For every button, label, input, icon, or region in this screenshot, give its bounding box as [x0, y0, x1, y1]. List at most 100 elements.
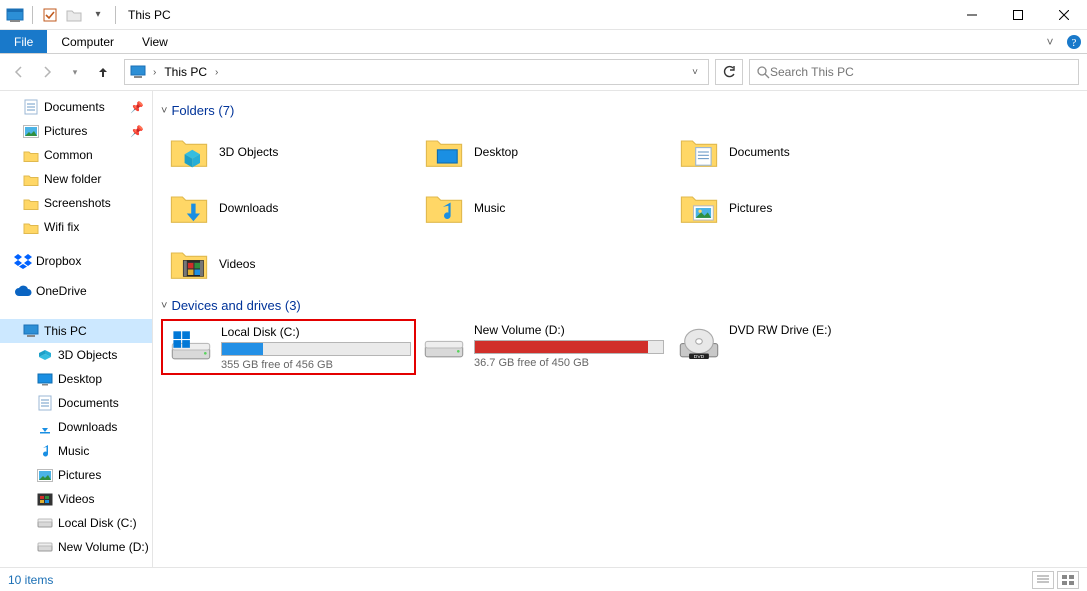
- ribbon: File Computer View ˅ ?: [0, 30, 1087, 54]
- search-input[interactable]: [770, 65, 1072, 79]
- drive-free-space: 36.7 GB free of 450 GB: [474, 357, 665, 369]
- sidebar-item[interactable]: Pictures 📌: [0, 119, 152, 143]
- desktop-icon: [36, 370, 54, 388]
- maximize-button[interactable]: [995, 0, 1041, 30]
- content-pane[interactable]: ˅ Folders (7) 3D Objects Desktop Documents…: [153, 91, 1087, 567]
- sidebar-item[interactable]: New Volume (D:): [0, 535, 152, 559]
- search-icon: [756, 65, 770, 79]
- chevron-right-icon[interactable]: ›: [211, 67, 222, 78]
- sidebar-item[interactable]: Dropbox: [0, 249, 152, 273]
- video-icon: [167, 242, 211, 286]
- nav-recent-icon[interactable]: ▾: [66, 63, 84, 81]
- drive-label: Local Disk (C:): [221, 325, 411, 339]
- folder-icon: [22, 146, 40, 164]
- sidebar-item[interactable]: Wifi fix: [0, 215, 152, 239]
- search-box[interactable]: [749, 59, 1079, 85]
- ribbon-expand-icon[interactable]: ˅: [1039, 30, 1061, 53]
- sidebar-item[interactable]: Documents📌: [0, 95, 152, 119]
- download-icon: [167, 186, 211, 230]
- disk-icon: [422, 325, 466, 363]
- tab-computer[interactable]: Computer: [47, 30, 128, 53]
- sidebar-item[interactable]: 3D Objects: [0, 343, 152, 367]
- sidebar-item-label: Local Disk (C:): [58, 516, 137, 530]
- sidebar-item-label: Desktop: [58, 372, 102, 386]
- sidebar-item[interactable]: Common: [0, 143, 152, 167]
- dvd-icon: DVD: [677, 325, 721, 363]
- sidebar-item-label: Videos: [58, 492, 94, 506]
- sidebar-item[interactable]: Documents: [0, 391, 152, 415]
- folder-item[interactable]: Documents: [671, 124, 926, 180]
- sidebar-item[interactable]: Screenshots: [0, 191, 152, 215]
- folder-item[interactable]: Music: [416, 180, 671, 236]
- chevron-right-icon[interactable]: ›: [149, 67, 160, 78]
- sidebar-item[interactable]: Desktop: [0, 367, 152, 391]
- section-folders-header[interactable]: ˅ Folders (7): [157, 97, 1077, 124]
- dropbox-icon: [14, 252, 32, 270]
- sidebar-item-label: OneDrive: [36, 284, 87, 298]
- nav-up-button[interactable]: [94, 63, 112, 81]
- sidebar-item-label: Documents: [44, 100, 105, 114]
- folder-item[interactable]: Pictures: [671, 180, 926, 236]
- help-icon[interactable]: ?: [1061, 30, 1087, 53]
- folder-label: Documents: [729, 145, 790, 159]
- sidebar-item-label: Music: [58, 444, 89, 458]
- disk-icon: [36, 538, 54, 556]
- section-drives-header[interactable]: ˅ Devices and drives (3): [157, 292, 1077, 319]
- tab-view[interactable]: View: [128, 30, 182, 53]
- sidebar-item-label: Wifi fix: [44, 220, 79, 234]
- pin-icon: 📌: [130, 125, 144, 138]
- qat-customize-icon[interactable]: ▾: [87, 4, 109, 26]
- disk-icon: [36, 514, 54, 532]
- app-icon: [4, 4, 26, 26]
- document-icon: [22, 98, 40, 116]
- properties-icon[interactable]: [39, 4, 61, 26]
- address-history-icon[interactable]: ˅: [688, 67, 702, 78]
- sidebar-item-label: New Volume (D:): [58, 540, 149, 554]
- sidebar-item[interactable]: Local Disk (C:): [0, 511, 152, 535]
- minimize-button[interactable]: [949, 0, 995, 30]
- navigation-pane[interactable]: Documents📌 Pictures 📌 Common New folderScree…: [0, 91, 153, 567]
- window-title: This PC: [120, 8, 171, 22]
- folder-item[interactable]: 3D Objects: [161, 124, 416, 180]
- folder-label: 3D Objects: [219, 145, 278, 159]
- nav-forward-button[interactable]: [38, 63, 56, 81]
- tab-file[interactable]: File: [0, 30, 47, 53]
- folder-label: Downloads: [219, 201, 278, 215]
- sidebar-item[interactable]: Music: [0, 439, 152, 463]
- quick-access-toolbar: ▾: [0, 4, 120, 26]
- close-button[interactable]: [1041, 0, 1087, 30]
- folder-item[interactable]: Desktop: [416, 124, 671, 180]
- sidebar-item-label: Pictures: [44, 124, 87, 138]
- onedrive-icon: [14, 282, 32, 300]
- drive-item[interactable]: Local Disk (C:)355 GB free of 456 GB: [161, 319, 416, 375]
- sidebar-item[interactable]: New folder: [0, 167, 152, 191]
- drive-item[interactable]: New Volume (D:)36.7 GB free of 450 GB: [416, 319, 671, 375]
- sidebar-item[interactable]: OneDrive: [0, 279, 152, 303]
- folder-label: Desktop: [474, 145, 518, 159]
- view-details-button[interactable]: [1032, 571, 1054, 589]
- sidebar-item-label: Common: [44, 148, 93, 162]
- sidebar-item[interactable]: Videos: [0, 487, 152, 511]
- titlebar: ▾ This PC: [0, 0, 1087, 30]
- picture-icon: [677, 186, 721, 230]
- new-folder-qat-icon[interactable]: [63, 4, 85, 26]
- pc-icon: [22, 322, 40, 340]
- navbar: ▾ › This PC › ˅: [0, 54, 1087, 90]
- drive-label: DVD RW Drive (E:): [729, 323, 920, 337]
- nav-back-button[interactable]: [10, 63, 28, 81]
- view-icons-button[interactable]: [1057, 571, 1079, 589]
- folder-item[interactable]: Videos: [161, 236, 416, 292]
- refresh-button[interactable]: [715, 59, 743, 85]
- sidebar-item-this-pc[interactable]: This PC: [0, 319, 152, 343]
- sidebar-item[interactable]: Pictures: [0, 463, 152, 487]
- sidebar-item[interactable]: Downloads: [0, 415, 152, 439]
- 3d-icon: [36, 346, 54, 364]
- download-icon: [36, 418, 54, 436]
- drive-usage-bar: [221, 342, 411, 356]
- address-bar[interactable]: › This PC › ˅: [124, 59, 709, 85]
- breadcrumb-thispc[interactable]: This PC: [160, 65, 211, 79]
- folder-item[interactable]: Downloads: [161, 180, 416, 236]
- drive-usage-bar: [474, 340, 664, 354]
- sidebar-item-label: Pictures: [58, 468, 101, 482]
- drive-item[interactable]: DVD DVD RW Drive (E:): [671, 319, 926, 375]
